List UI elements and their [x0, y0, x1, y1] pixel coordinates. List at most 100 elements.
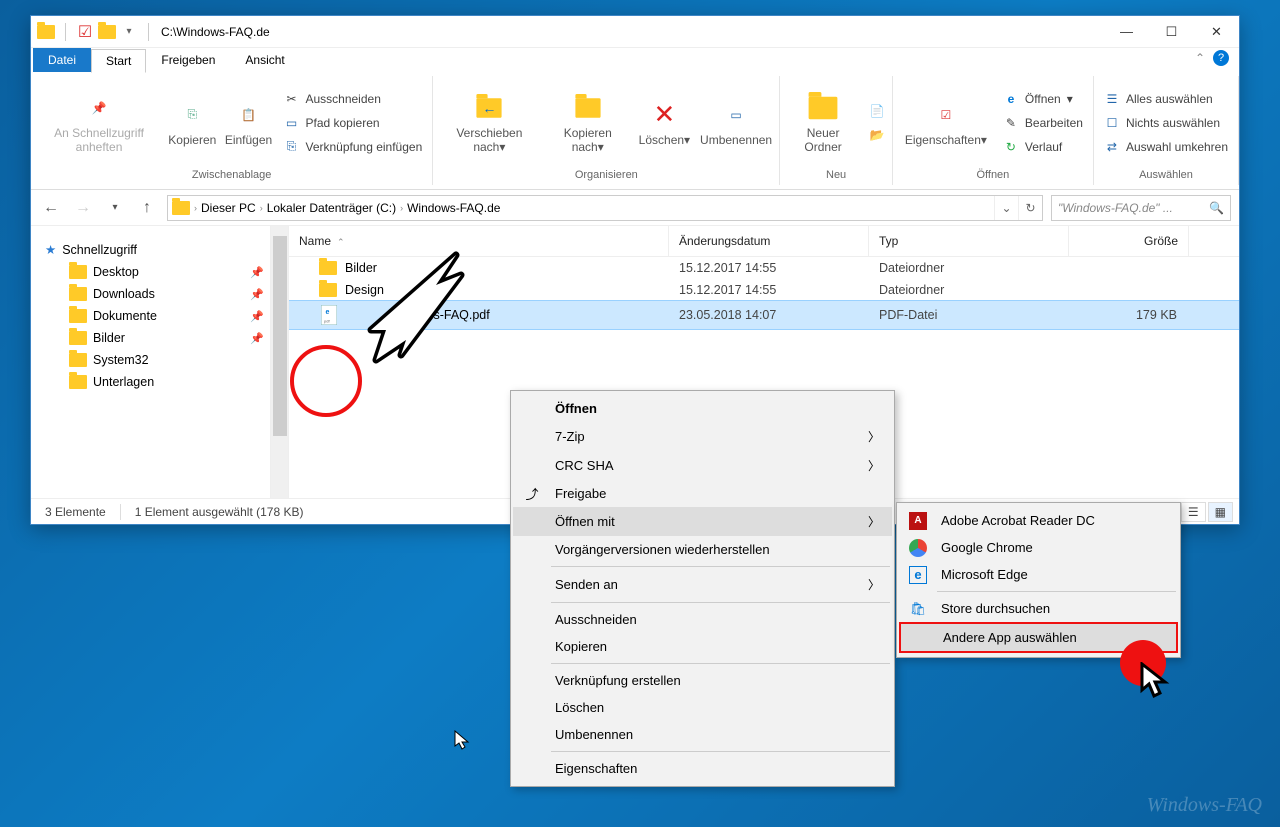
sidebar-item-desktop[interactable]: Desktop📌: [35, 261, 266, 283]
nav-up-button[interactable]: ↑: [135, 196, 159, 220]
edge-icon: e: [1003, 91, 1019, 107]
edit-button[interactable]: ✎Bearbeiten: [999, 113, 1087, 133]
nav-history-button[interactable]: ▾: [103, 196, 127, 220]
breadcrumb-segment[interactable]: Windows-FAQ.de: [407, 201, 500, 215]
sidebar-item-downloads[interactable]: Downloads📌: [35, 283, 266, 305]
scrollbar[interactable]: [271, 226, 289, 498]
header-name[interactable]: Name⌃: [289, 226, 669, 256]
ctx-delete[interactable]: Löschen: [513, 694, 892, 721]
copypath-button[interactable]: ▭Pfad kopieren: [279, 113, 426, 133]
open-button[interactable]: eÖffnen▾: [999, 89, 1087, 109]
copyto-button[interactable]: Kopieren nach▾: [545, 90, 630, 156]
rename-button[interactable]: ▭Umbenennen: [699, 97, 774, 149]
sidebar-item-documents[interactable]: Dokumente📌: [35, 305, 266, 327]
header-date[interactable]: Änderungsdatum: [669, 226, 869, 256]
chevron-right-icon: 〉: [868, 513, 880, 530]
table-row[interactable]: Design 15.12.2017 14:55 Dateiordner: [289, 279, 1239, 301]
cursor-icon: [1140, 662, 1176, 702]
group-open: Öffnen: [976, 167, 1009, 183]
header-type[interactable]: Typ: [869, 226, 1069, 256]
nav-fwd-button[interactable]: →: [71, 196, 95, 220]
ctx-edge[interactable]: eMicrosoft Edge: [899, 561, 1178, 588]
sidebar-quickaccess[interactable]: ★Schnellzugriff: [35, 238, 266, 261]
sidebar-item-system32[interactable]: System32: [35, 349, 266, 371]
history-button[interactable]: ↻Verlauf: [999, 137, 1087, 157]
sidebar-item-documents2[interactable]: Unterlagen: [35, 371, 266, 393]
breadcrumb-segment[interactable]: Dieser PC: [201, 201, 256, 215]
ctx-previous[interactable]: Vorgängerversionen wiederherstellen: [513, 536, 892, 563]
ctx-store[interactable]: 🛍Store durchsuchen: [899, 595, 1178, 622]
ctx-chrome[interactable]: Google Chrome: [899, 534, 1178, 561]
ctx-props[interactable]: Eigenschaften: [513, 755, 892, 782]
refresh-icon[interactable]: ↻: [1018, 196, 1042, 220]
folder-icon: [69, 265, 87, 279]
breadcrumb-dropdown-icon[interactable]: ⌄: [994, 196, 1018, 220]
adobe-icon: A: [909, 512, 927, 530]
chevron-right-icon[interactable]: ›: [194, 203, 197, 213]
status-count: 3 Elemente: [45, 505, 106, 519]
minimize-button[interactable]: ―: [1104, 17, 1149, 47]
tab-start[interactable]: Start: [91, 49, 146, 73]
search-input[interactable]: "Windows-FAQ.de" ... 🔍: [1051, 195, 1231, 221]
pin-icon: 📌: [250, 288, 264, 301]
status-selected: 1 Element ausgewählt (178 KB): [135, 505, 304, 519]
easyaccess-button[interactable]: 📂: [866, 125, 886, 145]
tab-freigeben[interactable]: Freigeben: [146, 48, 230, 72]
view-details-icon[interactable]: ☰: [1181, 502, 1206, 522]
close-button[interactable]: ✕: [1194, 17, 1239, 47]
collapse-ribbon-icon[interactable]: ⌃: [1195, 51, 1205, 65]
ctx-link[interactable]: Verknüpfung erstellen: [513, 667, 892, 694]
history-icon: ↻: [1003, 139, 1019, 155]
paste-button[interactable]: 📋Einfügen: [224, 97, 274, 149]
ctx-7zip[interactable]: 7-Zip〉: [513, 422, 892, 451]
breadcrumb-folder-icon: [172, 201, 190, 215]
newitem-button[interactable]: 📄: [866, 101, 886, 121]
copy-button[interactable]: ⎘Kopieren: [167, 97, 217, 149]
selinv-button[interactable]: ⇄Auswahl umkehren: [1100, 137, 1232, 157]
maximize-button[interactable]: ☐: [1149, 17, 1194, 47]
ctx-sendto[interactable]: Senden an〉: [513, 570, 892, 599]
ctx-share[interactable]: ⤴Freigabe: [513, 480, 892, 507]
selall-button[interactable]: ☰Alles auswählen: [1100, 89, 1232, 109]
ctx-rename[interactable]: Umbenennen: [513, 721, 892, 748]
breadcrumb-segment[interactable]: Lokaler Datenträger (C:): [267, 201, 396, 215]
edit-icon: ✎: [1003, 115, 1019, 131]
ctx-crc[interactable]: CRC SHA〉: [513, 451, 892, 480]
props-icon[interactable]: ☑: [76, 23, 94, 41]
context-submenu-openwith: AAdobe Acrobat Reader DC Google Chrome e…: [896, 502, 1181, 658]
props-button[interactable]: ☑Eigenschaften▾: [899, 97, 993, 149]
ctx-openwith[interactable]: Öffnen mit〉: [513, 507, 892, 536]
pin-button[interactable]: 📌An Schnellzugriff anheften: [37, 90, 161, 156]
qa-dropdown-icon[interactable]: ▾: [120, 23, 138, 41]
newfolder-button[interactable]: Neuer Ordner: [786, 90, 859, 156]
pastelink-button[interactable]: ⎘Verknüpfung einfügen: [279, 137, 426, 157]
delete-button[interactable]: ✕Löschen▾: [636, 97, 693, 149]
ctx-copy[interactable]: Kopieren: [513, 633, 892, 660]
ctx-cut[interactable]: Ausschneiden: [513, 606, 892, 633]
selnone-button[interactable]: ☐Nichts auswählen: [1100, 113, 1232, 133]
moveto-button[interactable]: ←Verschieben nach▾: [439, 90, 539, 156]
pin-icon: 📌: [250, 332, 264, 345]
delete-icon: ✕: [648, 99, 680, 131]
ctx-other-app[interactable]: Andere App auswählen: [901, 624, 1176, 651]
ribbon-tabs: Datei Start Freigeben Ansicht ⌃ ?: [31, 48, 1239, 72]
header-size[interactable]: Größe: [1069, 226, 1189, 256]
sidebar-item-pictures[interactable]: Bilder📌: [35, 327, 266, 349]
cut-button[interactable]: ✂Ausschneiden: [279, 89, 426, 109]
link-icon: ⎘: [283, 139, 299, 155]
nav-back-button[interactable]: ←: [39, 196, 63, 220]
table-row[interactable]: Windows-FAQ.pdf 23.05.2018 14:07 PDF-Dat…: [289, 301, 1239, 329]
ctx-adobe[interactable]: AAdobe Acrobat Reader DC: [899, 507, 1178, 534]
breadcrumb[interactable]: › Dieser PC › Lokaler Datenträger (C:) ›…: [167, 195, 1043, 221]
view-large-icon[interactable]: ▦: [1208, 502, 1233, 522]
chevron-right-icon[interactable]: ›: [260, 203, 263, 213]
sidebar: ★Schnellzugriff Desktop📌 Downloads📌 Doku…: [31, 226, 271, 498]
tab-datei[interactable]: Datei: [33, 48, 91, 72]
tab-ansicht[interactable]: Ansicht: [230, 48, 299, 72]
folder-icon[interactable]: [98, 23, 116, 41]
chevron-right-icon[interactable]: ›: [400, 203, 403, 213]
table-row[interactable]: Bilder 15.12.2017 14:55 Dateiordner: [289, 257, 1239, 279]
help-icon[interactable]: ?: [1213, 50, 1229, 66]
selnone-icon: ☐: [1104, 115, 1120, 131]
ctx-open[interactable]: Öffnen: [513, 395, 892, 422]
